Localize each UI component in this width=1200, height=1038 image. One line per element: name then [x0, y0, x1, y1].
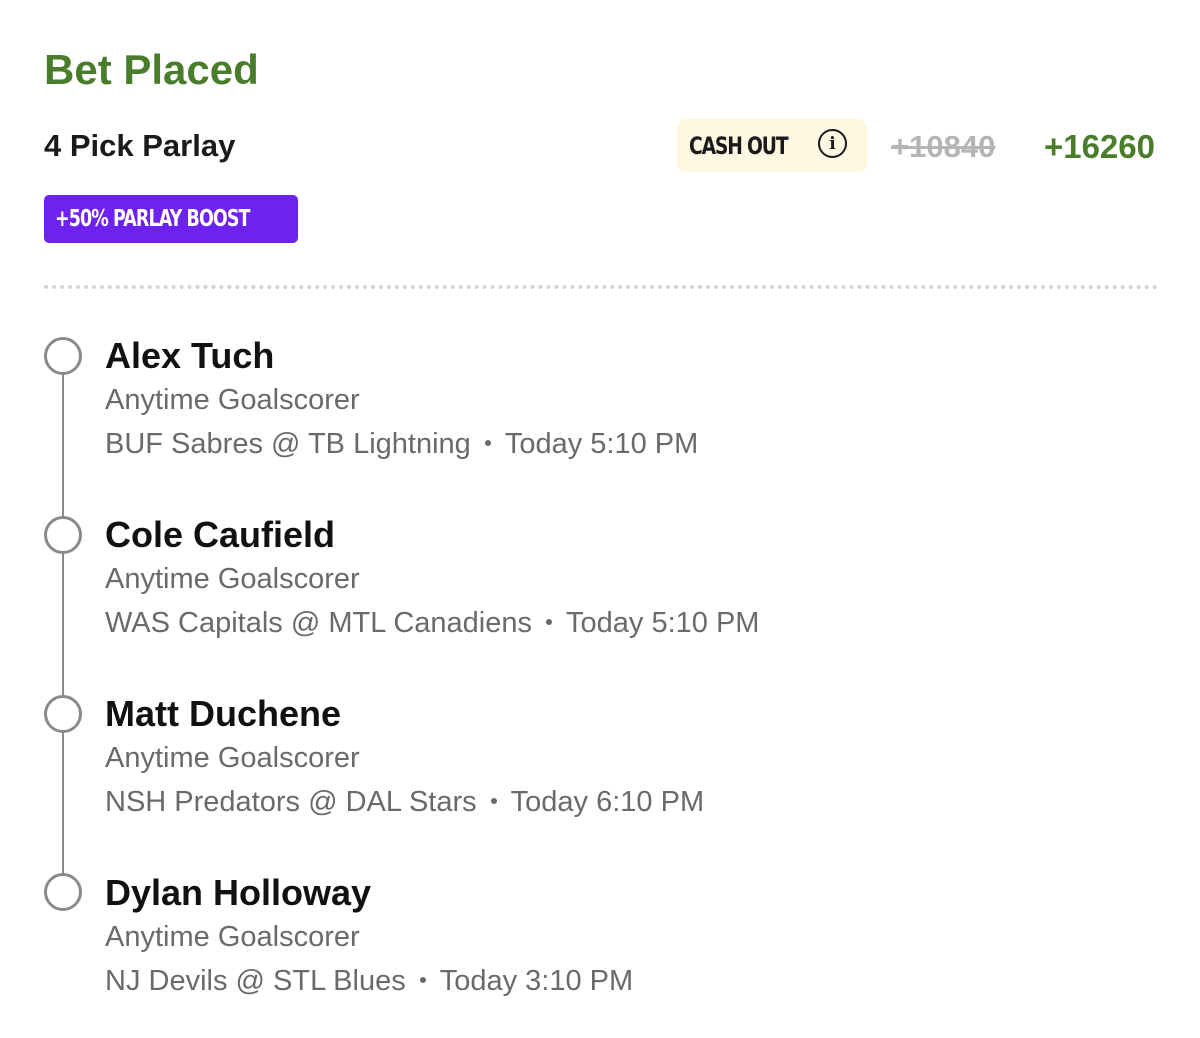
parlay-boost-label: +50% PARLAY BOOST — [55, 206, 250, 232]
leg-game-info: WAS Capitals @ MTL Canadiens Today 5:10 P… — [105, 605, 759, 641]
leg-matchup: WAS Capitals @ MTL Canadiens — [105, 607, 532, 639]
info-icon[interactable]: i — [818, 129, 847, 158]
parlay-boost-badge[interactable]: +50% PARLAY BOOST i — [44, 195, 330, 243]
separator-dot-icon — [490, 798, 497, 805]
leg-matchup: NJ Devils @ STL Blues — [105, 965, 406, 997]
leg-market: Anytime Goalscorer — [105, 742, 360, 774]
leg-market: Anytime Goalscorer — [105, 384, 360, 416]
separator-dot-icon — [484, 440, 491, 447]
timeline-connector — [62, 372, 64, 882]
leg-game-time: Today 6:10 PM — [510, 786, 705, 818]
dotted-divider — [44, 285, 1158, 289]
leg-market: Anytime Goalscorer — [105, 921, 360, 953]
leg-game-info: NJ Devils @ STL Blues Today 3:10 PM — [105, 963, 633, 999]
leg-player-name: Cole Caufield — [105, 514, 336, 555]
leg-game-info: NSH Predators @ DAL Stars Today 6:10 PM — [105, 784, 704, 820]
original-odds: +10840 — [891, 129, 996, 164]
leg-player-name: Alex Tuch — [105, 335, 275, 376]
leg-game-time: Today 3:10 PM — [439, 965, 634, 997]
parlay-type-label: 4 Pick Parlay — [44, 128, 236, 163]
separator-dot-icon — [546, 619, 552, 626]
leg-player-name: Matt Duchene — [105, 693, 342, 734]
cash-out-label: CASH OUT — [689, 131, 789, 160]
leg-player-name: Dylan Holloway — [105, 872, 372, 913]
bet-status-title: Bet Placed — [44, 46, 259, 93]
leg-status-circle-icon — [44, 873, 82, 911]
separator-dot-icon — [419, 977, 426, 984]
leg-status-circle-icon — [44, 337, 82, 375]
leg-matchup: NSH Predators @ DAL Stars — [105, 786, 477, 818]
leg-status-circle-icon — [44, 516, 82, 554]
cash-out-button[interactable]: CASH OUT i — [677, 119, 867, 172]
leg-game-time: Today 5:10 PM — [504, 428, 699, 460]
leg-market: Anytime Goalscorer — [105, 563, 360, 595]
leg-game-time: Today 5:10 PM — [566, 607, 760, 639]
info-icon[interactable]: i — [309, 208, 330, 229]
leg-game-info: BUF Sabres @ TB Lightning Today 5:10 PM — [105, 426, 698, 462]
leg-status-circle-icon — [44, 695, 82, 733]
boosted-odds: +16260 — [1043, 128, 1155, 165]
leg-matchup: BUF Sabres @ TB Lightning — [105, 428, 471, 460]
